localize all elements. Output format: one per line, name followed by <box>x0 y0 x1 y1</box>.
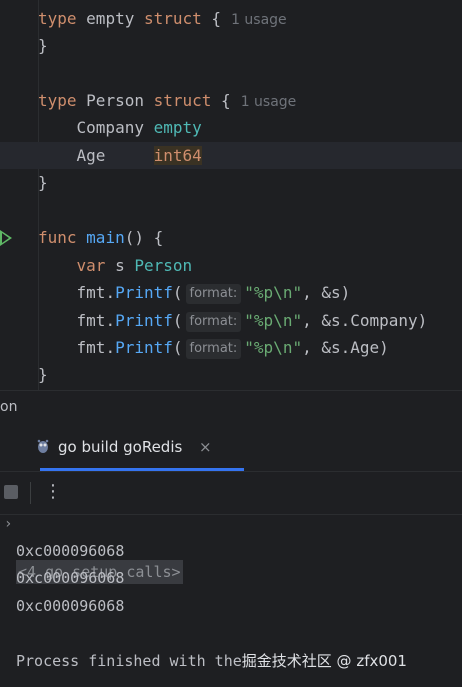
function-call: Printf <box>115 311 173 330</box>
punctuation: ( <box>172 311 183 330</box>
code-line[interactable]: Company empty <box>0 114 462 141</box>
call-args: , &s) <box>302 283 351 302</box>
watermark: 掘金技术社区 @ zfx001 <box>241 652 407 670</box>
keyword: type <box>38 91 77 110</box>
code-line[interactable]: } <box>0 169 462 196</box>
code-line[interactable]: fmt.Printf(format: "%p\n", &s.Company) <box>0 307 462 334</box>
punctuation: () { <box>124 228 164 247</box>
type-name: empty <box>86 9 135 28</box>
function-name: main <box>86 228 125 247</box>
toolbar-divider <box>30 482 31 504</box>
stop-icon[interactable] <box>4 485 18 499</box>
package-name: fmt <box>76 283 106 302</box>
brace: } <box>38 173 48 192</box>
close-icon[interactable]: × <box>199 425 212 469</box>
run-toolbar: ⋮ <box>0 472 462 515</box>
code-line[interactable]: } <box>0 32 462 59</box>
code-line-current[interactable]: Age int64 <box>0 142 462 169</box>
field-name: Age <box>76 146 106 165</box>
brace: } <box>38 365 48 384</box>
code-line[interactable]: } <box>0 361 462 388</box>
field-type: int64 <box>153 146 202 165</box>
tab-label: go build goRedis <box>58 438 183 456</box>
var-type: Person <box>134 256 193 275</box>
param-hint: format: <box>185 284 242 304</box>
field-type: empty <box>153 118 202 137</box>
process-finished-text: Process finished with the <box>16 652 242 670</box>
keyword: type <box>38 9 77 28</box>
var-name: s <box>115 256 125 275</box>
field-name: Company <box>76 118 144 137</box>
usage-hint[interactable]: 1 usage <box>241 94 297 110</box>
punctuation: ( <box>172 338 183 357</box>
chevron-right-icon[interactable]: › <box>4 512 12 536</box>
code-line[interactable] <box>0 59 462 86</box>
keyword: struct <box>143 9 202 28</box>
breadcrumb[interactable]: on <box>0 390 462 425</box>
gopher-icon <box>37 439 49 453</box>
process-finished-line: Process finished with the掘金技术社区 @ zfx001 <box>16 649 407 673</box>
console-line: 0xc000096068 <box>16 569 125 587</box>
punctuation: ( <box>172 283 183 302</box>
string-literal: "%p\n" <box>244 311 303 330</box>
code-line[interactable]: var s Person <box>0 252 462 279</box>
call-args: , &s.Company) <box>302 311 428 330</box>
tab-run-config[interactable]: go build goRedis × <box>22 425 244 471</box>
usage-hint[interactable]: 1 usage <box>231 12 287 28</box>
brace: } <box>38 36 48 55</box>
code-line[interactable] <box>0 196 462 223</box>
call-args: , &s.Age) <box>302 338 389 357</box>
console-line: 0xc000096068 <box>16 542 125 560</box>
function-call: Printf <box>115 283 173 302</box>
console-output[interactable]: › <4 go setup calls> 0xc000096068 0xc000… <box>0 515 462 687</box>
console-line: 0xc000096068 <box>16 597 125 615</box>
breadcrumb-label: on <box>0 399 18 415</box>
string-literal: "%p\n" <box>244 338 303 357</box>
keyword: struct <box>153 91 212 110</box>
code-line[interactable]: fmt.Printf(format: "%p\n", &s) <box>0 279 462 306</box>
code-line[interactable]: fmt.Printf(format: "%p\n", &s.Age) <box>0 334 462 361</box>
active-tab-indicator <box>40 468 244 471</box>
code-line[interactable]: func main() { <box>0 224 462 251</box>
function-call: Printf <box>115 338 173 357</box>
keyword: func <box>38 228 77 247</box>
brace: { <box>221 91 231 110</box>
param-hint: format: <box>185 339 242 359</box>
code-line[interactable]: type empty struct {1 usage <box>0 5 462 32</box>
param-hint: format: <box>185 312 242 332</box>
more-options-icon[interactable]: ⋮ <box>44 480 62 504</box>
run-tool-tabbar: go build goRedis × <box>0 425 462 472</box>
string-literal: "%p\n" <box>244 283 303 302</box>
keyword: var <box>76 256 106 275</box>
brace: { <box>211 9 222 28</box>
package-name: fmt <box>76 338 106 357</box>
package-name: fmt <box>76 311 106 330</box>
type-name: Person <box>86 91 144 110</box>
code-line[interactable]: type Person struct {1 usage <box>0 87 462 114</box>
code-editor[interactable]: type empty struct {1 usage } type Person… <box>0 0 462 390</box>
